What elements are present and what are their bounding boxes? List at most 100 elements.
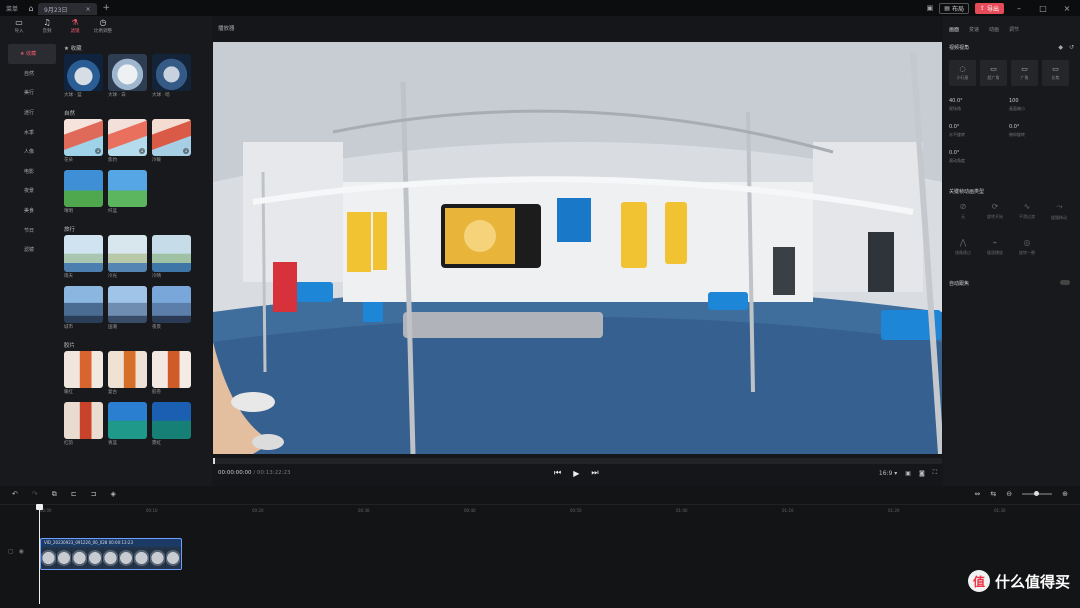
- filter-item[interactable]: 复古: [108, 351, 147, 398]
- filter-item[interactable]: 红韵: [64, 402, 103, 449]
- lens-tele[interactable]: ▭ 长焦: [1042, 60, 1069, 86]
- keyframe-icon[interactable]: ◆: [1058, 44, 1063, 51]
- keyframe-preset[interactable]: ⌁ 缓速播放: [981, 238, 1009, 268]
- category-item[interactable]: 电影: [8, 162, 56, 182]
- lens-wide[interactable]: ▭ 广角: [1011, 60, 1038, 86]
- keyframe-preset[interactable]: ⋀ 镜像跳过: [949, 238, 977, 268]
- filter-item[interactable]: 大球 · 暗: [152, 54, 191, 101]
- keyframe-preset[interactable]: ∿ 平滑过渡: [1013, 202, 1041, 232]
- zoom-in-icon[interactable]: ⊕: [1062, 490, 1068, 498]
- help-icon[interactable]: ▣: [927, 4, 934, 12]
- filter-item[interactable]: 霓虹: [152, 402, 191, 449]
- next-frame-icon[interactable]: ⏭: [591, 468, 598, 478]
- keyframe-preset[interactable]: ⟳ 旋转开始: [981, 202, 1009, 232]
- project-tab[interactable]: 9月23日 ×: [38, 3, 97, 15]
- link-icon[interactable]: ⇆: [990, 490, 996, 498]
- filter-item[interactable]: 暖红: [64, 351, 103, 398]
- zoom-handle[interactable]: [1034, 491, 1040, 496]
- filter-item[interactable]: 国潮: [108, 286, 147, 333]
- filter-item[interactable]: 青蓝: [108, 402, 147, 449]
- filter-item[interactable]: ↓ 焦灼: [108, 119, 147, 166]
- download-icon[interactable]: ↓: [95, 148, 101, 154]
- tool-audio[interactable]: ♫ 音频: [36, 16, 58, 38]
- layout-button[interactable]: ▤ 布局: [939, 2, 969, 14]
- tab-adjust[interactable]: 调节: [1009, 26, 1019, 33]
- filter-item[interactable]: ↓ 花朵: [64, 119, 103, 166]
- keyframe-preset[interactable]: ⤳ 缓慢移动: [1045, 202, 1073, 232]
- keyframe-preset[interactable]: ◎ 旋转一圈: [1013, 238, 1041, 268]
- category-item[interactable]: 夜景: [8, 181, 56, 201]
- filter-item[interactable]: ↓ 冷暖: [152, 119, 191, 166]
- auto-focus-toggle[interactable]: [1060, 280, 1070, 285]
- filter-item[interactable]: 城市: [64, 286, 103, 333]
- param-zoom[interactable]: 100 画面缩小: [1009, 98, 1069, 124]
- lock-icon[interactable]: ▢: [8, 548, 14, 555]
- home-icon[interactable]: ⌂: [24, 4, 38, 13]
- filter-item[interactable]: 冷晴: [152, 235, 191, 282]
- filter-item[interactable]: 雨天: [64, 235, 103, 282]
- tool-filters[interactable]: ⚗ 滤镜: [64, 16, 86, 38]
- category-item[interactable]: ★ 收藏: [8, 44, 56, 64]
- param-roll[interactable]: 0.0° 滚动角度: [949, 150, 1009, 176]
- trim-left-icon[interactable]: ⊏: [71, 490, 77, 498]
- undo-icon[interactable]: ↶: [12, 490, 18, 498]
- param-pitch[interactable]: 0.0° 俯仰旋转: [1009, 124, 1069, 150]
- filter-item[interactable]: 夜景: [152, 286, 191, 333]
- category-item[interactable]: 美食: [8, 201, 56, 221]
- maximize-icon[interactable]: □: [1034, 4, 1052, 13]
- category-item[interactable]: 节日: [8, 220, 56, 240]
- wide-icon: ▭: [990, 65, 997, 73]
- zoom-out-icon[interactable]: ⊖: [1006, 490, 1012, 498]
- category-item[interactable]: 美行: [8, 83, 56, 103]
- reset-icon[interactable]: ↺: [1069, 44, 1074, 51]
- download-icon[interactable]: ↓: [183, 148, 189, 154]
- time-ruler[interactable]: 00:00 00:10 00:20 00:30 00:40 00:50 01:0…: [0, 504, 1080, 516]
- scrub-handle[interactable]: [213, 458, 215, 464]
- tool-ratio[interactable]: ◷ 比例调整: [92, 16, 114, 38]
- minimize-icon[interactable]: –: [1010, 4, 1028, 13]
- aspect-select[interactable]: 16:9 ▾: [879, 470, 897, 477]
- tool-import[interactable]: ▭ 导入: [8, 16, 30, 38]
- category-item[interactable]: 滤镜: [8, 240, 56, 260]
- lens-tiny-planet[interactable]: ◌ 小行星: [949, 60, 976, 86]
- lens-ultra-wide[interactable]: ▭ 超广角: [980, 60, 1007, 86]
- close-icon[interactable]: ×: [85, 6, 90, 13]
- filter-item[interactable]: 晴明: [64, 170, 103, 217]
- video-clip[interactable]: VID_20230923_091226_00_028 00:00:13:23: [40, 538, 182, 570]
- filter-item[interactable]: 纤蓝: [108, 170, 147, 217]
- menu-button[interactable]: 菜单: [0, 4, 24, 13]
- play-icon[interactable]: ▶: [573, 469, 579, 478]
- window-close-icon[interactable]: ×: [1058, 4, 1076, 13]
- add-keyframe-icon[interactable]: ◈: [111, 490, 116, 498]
- filter-item[interactable]: 胶卷: [152, 351, 191, 398]
- snap-icon[interactable]: ⇔: [975, 490, 981, 498]
- param-fov[interactable]: 40.0° 视场角: [949, 98, 1009, 124]
- previous-frame-icon[interactable]: ⏮: [554, 468, 561, 478]
- export-button[interactable]: ⇪ 导出: [974, 2, 1004, 14]
- zoom-slider[interactable]: [1022, 491, 1053, 496]
- fullscreen-icon[interactable]: ⛶: [933, 469, 937, 477]
- playhead[interactable]: [36, 504, 43, 604]
- category-item[interactable]: 水季: [8, 122, 56, 142]
- snapshot-icon[interactable]: ◙: [919, 470, 925, 477]
- filter-item[interactable]: 冷光: [108, 235, 147, 282]
- filter-item[interactable]: 大球 · 蓝: [64, 54, 103, 101]
- category-item[interactable]: 迷行: [8, 103, 56, 123]
- redo-icon[interactable]: ↷: [32, 490, 38, 498]
- category-item[interactable]: 自然: [8, 64, 56, 84]
- tab-speed[interactable]: 变速: [969, 26, 979, 33]
- new-tab-icon[interactable]: +: [97, 3, 117, 13]
- scrub-bar[interactable]: [213, 458, 942, 464]
- tab-picture[interactable]: 画面: [949, 26, 959, 33]
- category-item[interactable]: 人像: [8, 142, 56, 162]
- quality-icon[interactable]: ▣: [905, 470, 911, 477]
- param-yaw[interactable]: 0.0° 水平旋转: [949, 124, 1009, 150]
- trim-right-icon[interactable]: ⊐: [91, 490, 97, 498]
- filter-item[interactable]: 大球 · 白: [108, 54, 147, 101]
- download-icon[interactable]: ↓: [139, 148, 145, 154]
- video-frame[interactable]: [213, 42, 942, 454]
- keyframe-preset[interactable]: ⊘ 无: [949, 202, 977, 232]
- tab-animation[interactable]: 动画: [989, 26, 999, 33]
- eye-icon[interactable]: ◉: [19, 548, 24, 555]
- split-icon[interactable]: ⧉: [52, 490, 57, 499]
